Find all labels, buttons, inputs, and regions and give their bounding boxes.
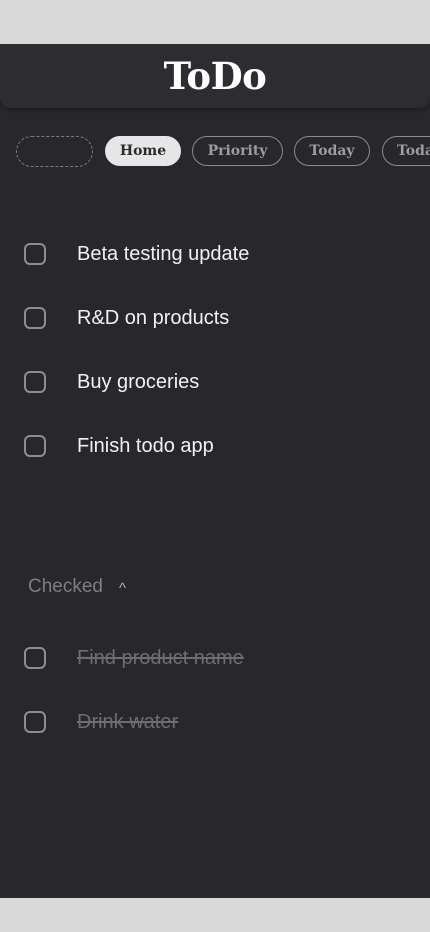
- task-checkbox[interactable]: [24, 435, 46, 457]
- tab-priority[interactable]: Priority: [192, 136, 283, 166]
- task-label[interactable]: Beta testing update: [77, 243, 249, 266]
- task-checkbox[interactable]: [24, 371, 46, 393]
- task-label[interactable]: Drink water: [77, 711, 178, 734]
- task-checkbox[interactable]: [24, 243, 46, 265]
- task-label[interactable]: Finish todo app: [77, 435, 214, 458]
- add-category-button[interactable]: [16, 136, 93, 167]
- tab-home[interactable]: Home: [105, 136, 181, 166]
- checked-task-item: Find product name: [24, 644, 404, 672]
- task-item: Finish todo app: [24, 432, 404, 460]
- checked-section-title: Checked: [28, 576, 103, 597]
- checked-section-toggle[interactable]: Checked ^: [28, 576, 126, 598]
- tab-today-2[interactable]: Today: [382, 136, 430, 166]
- caret-up-icon: ^: [119, 579, 127, 597]
- task-label[interactable]: Find product name: [77, 647, 244, 670]
- task-item: R&D on products: [24, 304, 404, 332]
- task-item: Beta testing update: [24, 240, 404, 268]
- app-window: ToDo Home Priority Today Today Beta test…: [0, 44, 430, 898]
- category-tabs: Home Priority Today Today: [16, 136, 430, 168]
- task-item: Buy groceries: [24, 368, 404, 396]
- task-checkbox[interactable]: [24, 711, 46, 733]
- task-label[interactable]: Buy groceries: [77, 371, 199, 394]
- task-label[interactable]: R&D on products: [77, 307, 229, 330]
- app-header: ToDo: [0, 44, 430, 108]
- tab-today[interactable]: Today: [294, 136, 370, 166]
- app-title: ToDo: [163, 54, 267, 98]
- task-checkbox[interactable]: [24, 307, 46, 329]
- checked-task-item: Drink water: [24, 708, 404, 736]
- task-checkbox[interactable]: [24, 647, 46, 669]
